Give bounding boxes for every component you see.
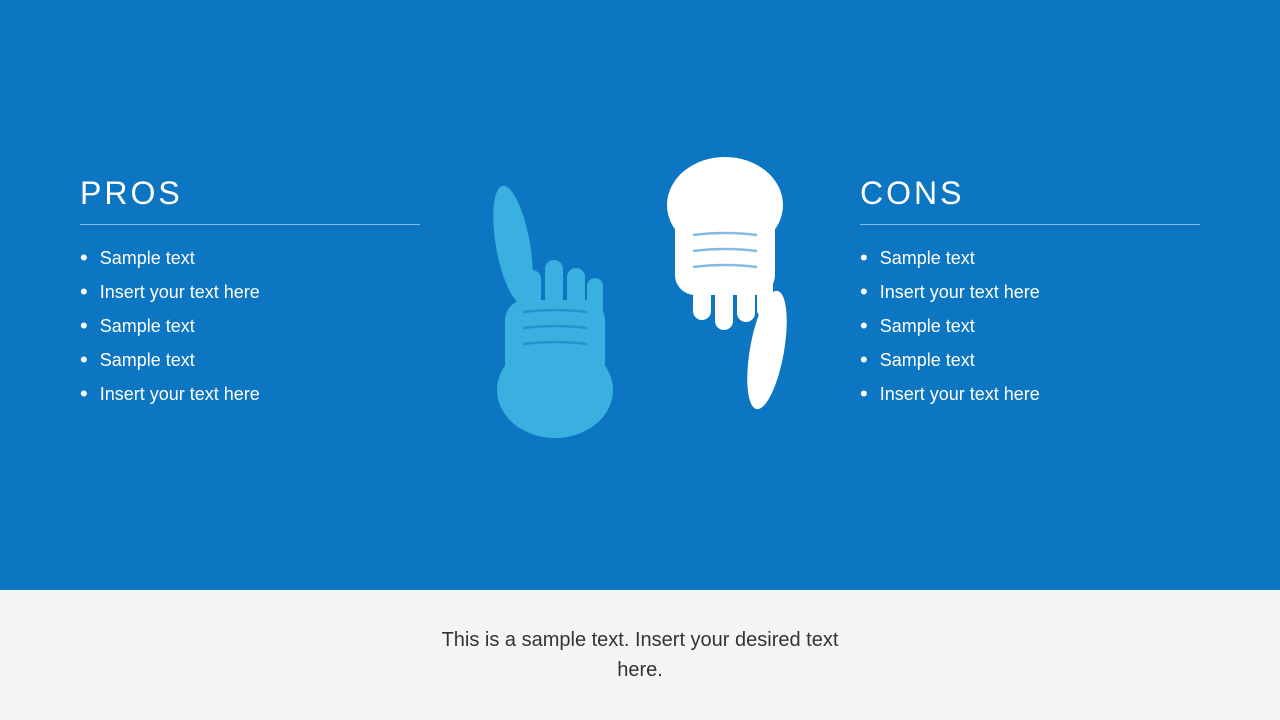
cons-item-3[interactable]: Sample text [860, 313, 1200, 339]
pros-item-1[interactable]: Sample text [80, 245, 420, 271]
thumbs-down-icon [645, 140, 805, 450]
pros-section: PROS Sample text Insert your text here S… [80, 175, 420, 415]
pros-item-2[interactable]: Insert your text here [80, 279, 420, 305]
cons-item-1[interactable]: Sample text [860, 245, 1200, 271]
cons-divider [860, 224, 1200, 225]
pros-divider [80, 224, 420, 225]
cons-section: CONS Sample text Insert your text here S… [860, 175, 1200, 415]
cons-list: Sample text Insert your text here Sample… [860, 245, 1200, 407]
pros-title: PROS [80, 175, 420, 212]
center-icons [420, 140, 860, 450]
pros-item-3[interactable]: Sample text [80, 313, 420, 339]
cons-title: CONS [860, 175, 1200, 212]
cons-item-4[interactable]: Sample text [860, 347, 1200, 373]
pros-list: Sample text Insert your text here Sample… [80, 245, 420, 407]
pros-item-5[interactable]: Insert your text here [80, 381, 420, 407]
cons-item-2[interactable]: Insert your text here [860, 279, 1200, 305]
footer-section: This is a sample text. Insert your desir… [0, 590, 1280, 720]
thumbs-up-icon [475, 140, 635, 450]
footer-text[interactable]: This is a sample text. Insert your desir… [440, 625, 840, 685]
pros-item-4[interactable]: Sample text [80, 347, 420, 373]
cons-item-5[interactable]: Insert your text here [860, 381, 1200, 407]
main-section: PROS Sample text Insert your text here S… [0, 0, 1280, 590]
